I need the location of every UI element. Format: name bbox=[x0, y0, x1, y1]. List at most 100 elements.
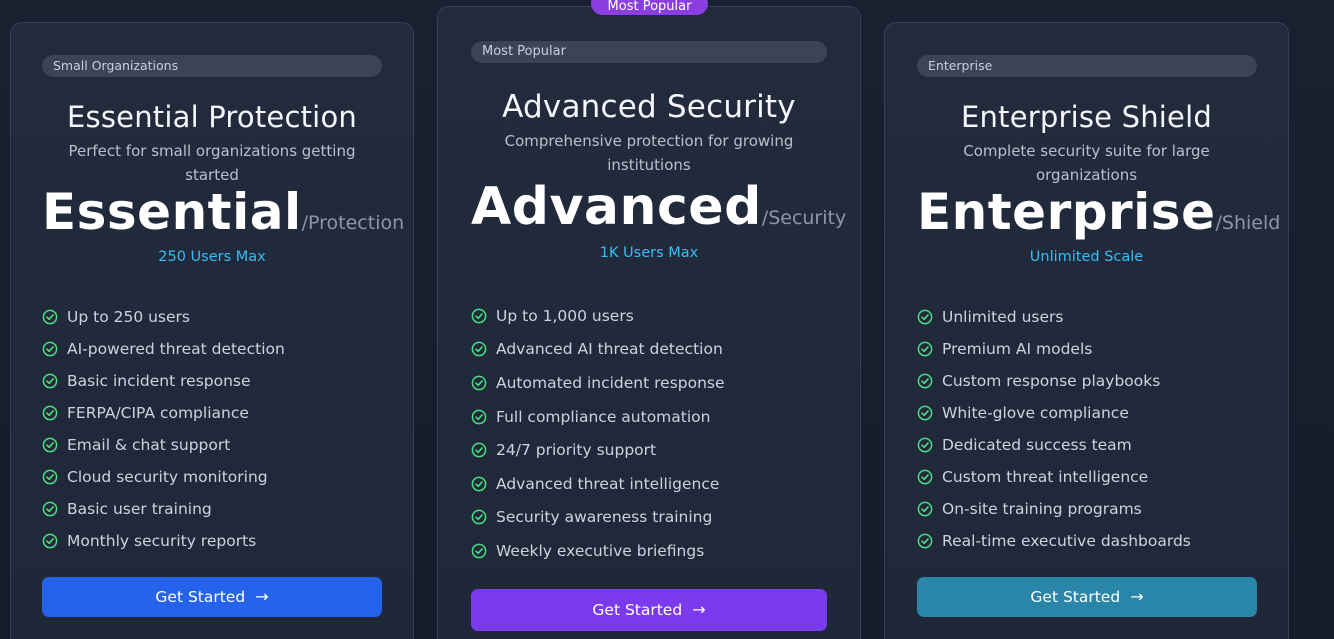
feature-label: White-glove compliance bbox=[942, 404, 1129, 422]
feature-item: Up to 250 users bbox=[42, 301, 285, 333]
check-circle-icon bbox=[42, 309, 58, 325]
check-circle-icon bbox=[42, 469, 58, 485]
feature-item: On-site training programs bbox=[917, 493, 1191, 525]
feature-label: Security awareness training bbox=[496, 508, 713, 527]
feature-label: Basic incident response bbox=[67, 372, 251, 390]
plan-price: Enterprise/Shield bbox=[917, 183, 1280, 241]
feature-list: Up to 1,000 users Advanced AI threat det… bbox=[471, 299, 725, 568]
feature-label: Real-time executive dashboards bbox=[942, 532, 1191, 550]
plan-card-advanced: Most Popular Advanced Security Comprehen… bbox=[437, 6, 861, 639]
feature-label: Up to 1,000 users bbox=[496, 306, 634, 325]
check-circle-icon bbox=[917, 469, 933, 485]
feature-item: Security awareness training bbox=[471, 501, 725, 535]
check-circle-icon bbox=[42, 437, 58, 453]
check-circle-icon bbox=[471, 543, 487, 559]
feature-label: Advanced threat intelligence bbox=[496, 474, 720, 493]
feature-label: Automated incident response bbox=[496, 373, 725, 392]
feature-label: Premium AI models bbox=[942, 340, 1093, 358]
check-circle-icon bbox=[42, 405, 58, 421]
feature-label: FERPA/CIPA compliance bbox=[67, 404, 249, 422]
feature-list: Up to 250 users AI-powered threat detect… bbox=[42, 301, 285, 557]
feature-item: Basic incident response bbox=[42, 365, 285, 397]
plan-price-main: Advanced bbox=[471, 177, 762, 237]
plan-title: Essential Protection bbox=[67, 100, 357, 134]
plan-tag: Enterprise bbox=[917, 55, 1257, 77]
check-circle-icon bbox=[471, 476, 487, 492]
feature-item: Custom threat intelligence bbox=[917, 461, 1191, 493]
feature-label: Up to 250 users bbox=[67, 308, 190, 326]
feature-label: Unlimited users bbox=[942, 308, 1064, 326]
get-started-label: Get Started bbox=[155, 588, 246, 606]
plan-user-limit: 250 Users Max bbox=[158, 249, 266, 265]
feature-item: Full compliance automation bbox=[471, 400, 725, 434]
feature-label: Basic user training bbox=[67, 500, 212, 518]
pricing-section: Most Popular Small Organizations Essenti… bbox=[0, 0, 1334, 639]
plan-tag: Most Popular bbox=[471, 41, 827, 63]
check-circle-icon bbox=[917, 437, 933, 453]
get-started-button[interactable]: Get Started → bbox=[471, 589, 827, 631]
get-started-button[interactable]: Get Started → bbox=[917, 577, 1257, 617]
feature-item: Cloud security monitoring bbox=[42, 461, 285, 493]
check-circle-icon bbox=[917, 501, 933, 517]
check-circle-icon bbox=[42, 533, 58, 549]
plan-card-enterprise: Enterprise Enterprise Shield Complete se… bbox=[884, 22, 1289, 639]
plan-title: Advanced Security bbox=[502, 89, 796, 125]
plan-tag: Small Organizations bbox=[42, 55, 382, 77]
check-circle-icon bbox=[471, 342, 487, 357]
feature-item: Unlimited users bbox=[917, 301, 1191, 333]
arrow-right-icon: → bbox=[255, 587, 269, 606]
feature-item: Up to 1,000 users bbox=[471, 299, 725, 333]
plan-price-main: Essential bbox=[42, 183, 302, 241]
plan-subtitle: Perfect for small organizations getting … bbox=[68, 142, 356, 184]
check-circle-icon bbox=[471, 442, 487, 458]
check-circle-icon bbox=[917, 341, 933, 357]
plan-user-limit: 1K Users Max bbox=[599, 245, 699, 261]
feature-label: Cloud security monitoring bbox=[67, 468, 268, 486]
arrow-right-icon: → bbox=[692, 600, 706, 619]
feature-item: Dedicated success team bbox=[917, 429, 1191, 461]
feature-item: Advanced AI threat detection bbox=[471, 333, 725, 367]
feature-item: 24/7 priority support bbox=[471, 433, 725, 467]
feature-list: Unlimited users Premium AI models Custom… bbox=[917, 301, 1191, 557]
check-circle-icon bbox=[42, 373, 58, 389]
feature-label: 24/7 priority support bbox=[496, 441, 657, 460]
feature-item: Email & chat support bbox=[42, 429, 285, 461]
check-circle-icon bbox=[42, 341, 58, 357]
feature-label: Full compliance automation bbox=[496, 407, 711, 426]
feature-label: On-site training programs bbox=[942, 500, 1142, 518]
check-circle-icon bbox=[917, 533, 933, 549]
feature-label: Custom threat intelligence bbox=[942, 468, 1149, 486]
plan-price-suffix: /Protection bbox=[301, 212, 405, 234]
feature-label: Weekly executive briefings bbox=[496, 541, 705, 560]
check-circle-icon bbox=[471, 409, 487, 424]
plan-price-main: Enterprise bbox=[917, 183, 1216, 241]
feature-item: FERPA/CIPA compliance bbox=[42, 397, 285, 429]
check-circle-icon bbox=[917, 309, 933, 325]
feature-label: Monthly security reports bbox=[67, 532, 257, 550]
feature-label: Custom response playbooks bbox=[942, 372, 1161, 390]
feature-item: Basic user training bbox=[42, 493, 285, 525]
feature-item: Premium AI models bbox=[917, 333, 1191, 365]
feature-label: Dedicated success team bbox=[942, 436, 1132, 454]
feature-item: Weekly executive briefings bbox=[471, 534, 725, 568]
feature-label: AI-powered threat detection bbox=[67, 340, 285, 358]
plan-price: Essential/Protection bbox=[42, 183, 404, 241]
feature-item: Custom response playbooks bbox=[917, 365, 1191, 397]
plan-subtitle: Complete security suite for large organi… bbox=[963, 142, 1210, 184]
feature-label: Advanced AI threat detection bbox=[496, 340, 723, 359]
get-started-button[interactable]: Get Started → bbox=[42, 577, 382, 617]
most-popular-badge: Most Popular bbox=[591, 0, 708, 15]
plan-price-suffix: /Shield bbox=[1215, 212, 1281, 234]
feature-item: Real-time executive dashboards bbox=[917, 525, 1191, 557]
feature-label: Email & chat support bbox=[67, 436, 231, 454]
check-circle-icon bbox=[471, 375, 487, 391]
plan-card-essential: Small Organizations Essential Protection… bbox=[10, 22, 414, 639]
feature-item: White-glove compliance bbox=[917, 397, 1191, 429]
plan-price-suffix: /Security bbox=[761, 207, 847, 229]
get-started-label: Get Started bbox=[1030, 588, 1121, 606]
arrow-right-icon: → bbox=[1130, 587, 1144, 606]
check-circle-icon bbox=[917, 373, 933, 389]
plan-price: Advanced/Security bbox=[471, 177, 846, 237]
check-circle-icon bbox=[471, 308, 487, 324]
plan-title: Enterprise Shield bbox=[961, 100, 1212, 134]
